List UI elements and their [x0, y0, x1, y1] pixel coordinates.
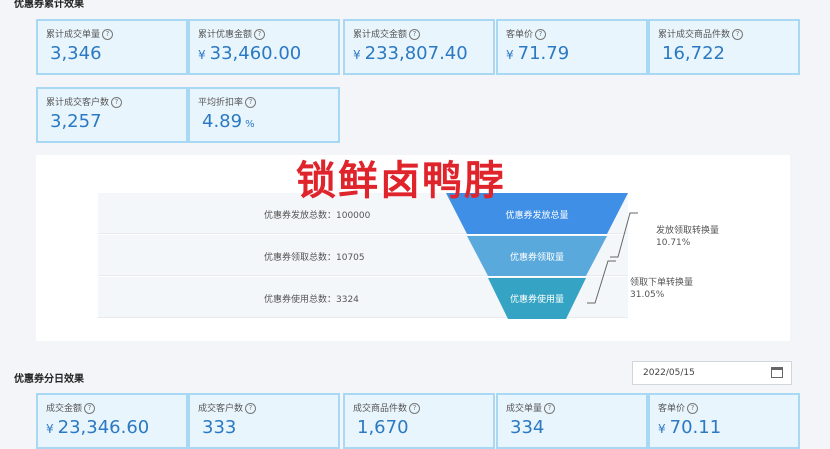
daily-card-customers: 成交客户数? 333: [188, 393, 340, 449]
daily-section-title: 优惠券分日效果: [14, 374, 84, 385]
metric-value: 33,460.00: [209, 43, 302, 64]
conversion-value: 10.71%: [656, 238, 691, 248]
metric-label: 累计成交金额: [353, 30, 408, 40]
date-picker[interactable]: 2022/05/15: [632, 361, 792, 385]
metric-value: 1,670: [357, 417, 409, 438]
info-icon[interactable]: ?: [535, 29, 547, 40]
metric-value: 333: [202, 417, 237, 438]
metric-label: 客单价: [658, 404, 686, 414]
metric-card-total-orders: 累计成交单量? 3,346: [36, 19, 188, 75]
info-icon[interactable]: ?: [687, 403, 699, 414]
daily-card-avg-order-value: 客单价? ¥70.11: [648, 393, 800, 449]
metric-unit: %: [245, 119, 255, 130]
metric-label: 平均折扣率: [198, 98, 244, 108]
conversion-bracket: [587, 260, 616, 304]
metric-value: 233,807.40: [364, 43, 468, 64]
info-icon[interactable]: ?: [84, 403, 96, 414]
currency-symbol: ¥: [46, 422, 54, 436]
funnel-stage-label: 优惠券发放总量: [505, 209, 568, 221]
info-icon[interactable]: ?: [544, 403, 556, 414]
info-icon[interactable]: ?: [111, 97, 123, 108]
metric-value: 4.89: [202, 111, 243, 132]
info-icon[interactable]: ?: [254, 29, 266, 40]
metric-label: 成交商品件数: [353, 404, 408, 414]
metric-label: 累计优惠金额: [198, 30, 253, 40]
info-icon[interactable]: ?: [409, 29, 421, 40]
cumulative-section-title: 优惠券累计效果: [14, 0, 84, 10]
metric-card-total-items: 累计成交商品件数? 16,722: [648, 19, 800, 75]
conversion-claimed-ordered: 领取下单转换量 31.05%: [630, 277, 693, 301]
metric-card-total-discount: 累计优惠金额? ¥33,460.00: [188, 19, 340, 75]
conversion-label: 发放领取转换量: [656, 226, 720, 236]
metric-card-total-sales: 累计成交金额? ¥233,807.40: [343, 19, 495, 75]
date-value: 2022/05/15: [643, 368, 695, 378]
conversion-value: 31.05%: [630, 290, 665, 300]
calendar-icon[interactable]: [771, 367, 783, 378]
info-icon[interactable]: ?: [409, 403, 421, 414]
conversion-label: 领取下单转换量: [630, 278, 694, 288]
metric-label: 累计成交商品件数: [658, 30, 731, 40]
metric-label: 累计成交客户数: [46, 98, 110, 108]
currency-symbol: ¥: [353, 48, 361, 62]
metric-card-avg-discount-rate: 平均折扣率? 4.89%: [188, 87, 340, 143]
metric-value: 3,257: [50, 111, 102, 132]
metric-value: 16,722: [662, 43, 725, 64]
daily-card-items: 成交商品件数? 1,670: [343, 393, 495, 449]
info-icon[interactable]: ?: [245, 97, 257, 108]
currency-symbol: ¥: [198, 48, 206, 62]
daily-card-sales: 成交金额? ¥23,346.60: [36, 393, 188, 449]
currency-symbol: ¥: [658, 422, 666, 436]
metric-label: 客单价: [506, 30, 534, 40]
metric-card-avg-order-value: 客单价? ¥71.79: [496, 19, 648, 75]
metric-value: 70.11: [669, 417, 722, 438]
conversion-issued-claimed: 发放领取转换量 10.71%: [656, 225, 719, 249]
metric-value: 23,346.60: [57, 417, 150, 438]
watermark-text: 锁鲜卤鸭脖: [296, 158, 506, 204]
metric-label: 成交单量: [506, 404, 543, 414]
metric-value: 334: [510, 417, 545, 438]
info-icon[interactable]: ?: [732, 29, 744, 40]
metric-value: 3,346: [50, 43, 102, 64]
daily-card-orders: 成交单量? 334: [496, 393, 648, 449]
info-icon[interactable]: ?: [245, 403, 257, 414]
info-icon[interactable]: ?: [102, 29, 114, 40]
funnel-stage-label: 优惠券使用量: [510, 293, 564, 305]
metric-label: 累计成交单量: [46, 30, 101, 40]
currency-symbol: ¥: [506, 48, 514, 62]
metric-label: 成交客户数: [198, 404, 244, 414]
metric-label: 成交金额: [46, 404, 83, 414]
funnel-stage-label: 优惠券领取量: [510, 251, 564, 263]
metric-value: 71.79: [517, 43, 570, 64]
metric-card-total-customers: 累计成交客户数? 3,257: [36, 87, 188, 143]
